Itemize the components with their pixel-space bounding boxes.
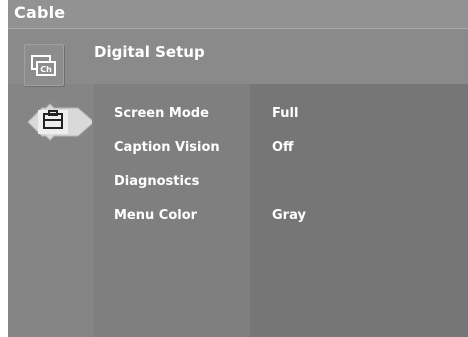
- section-header: Digital Setup: [8, 29, 468, 84]
- source-title: Cable: [14, 3, 66, 22]
- menu-item-value: Off: [272, 140, 294, 155]
- menu-item-label: Screen Mode: [114, 106, 209, 121]
- menu-item-value: Gray: [272, 208, 306, 223]
- tv-menu-screen: Cable Digital Setup Ch Screen Mode Full …: [8, 0, 468, 337]
- channel-ch-icon: Ch: [31, 55, 56, 76]
- menu-item-value: Full: [272, 106, 299, 121]
- menu-item-caption-vision[interactable]: Caption Vision Off: [94, 140, 468, 164]
- channel-button[interactable]: Ch: [24, 44, 64, 86]
- menu-item-label: Menu Color: [114, 208, 198, 223]
- menu-item-diagnostics[interactable]: Diagnostics: [94, 174, 468, 198]
- top-bar: Cable: [8, 0, 468, 29]
- page-title: Digital Setup: [94, 43, 205, 61]
- menu-item-label: Diagnostics: [114, 174, 200, 189]
- svg-text:Ch: Ch: [40, 65, 52, 74]
- setup-button[interactable]: [22, 96, 95, 148]
- menu-item-label: Caption Vision: [114, 140, 220, 155]
- toolbox-icon: [27, 103, 95, 141]
- menu-item-screen-mode[interactable]: Screen Mode Full: [94, 106, 468, 130]
- menu-item-menu-color[interactable]: Menu Color Gray: [94, 208, 468, 232]
